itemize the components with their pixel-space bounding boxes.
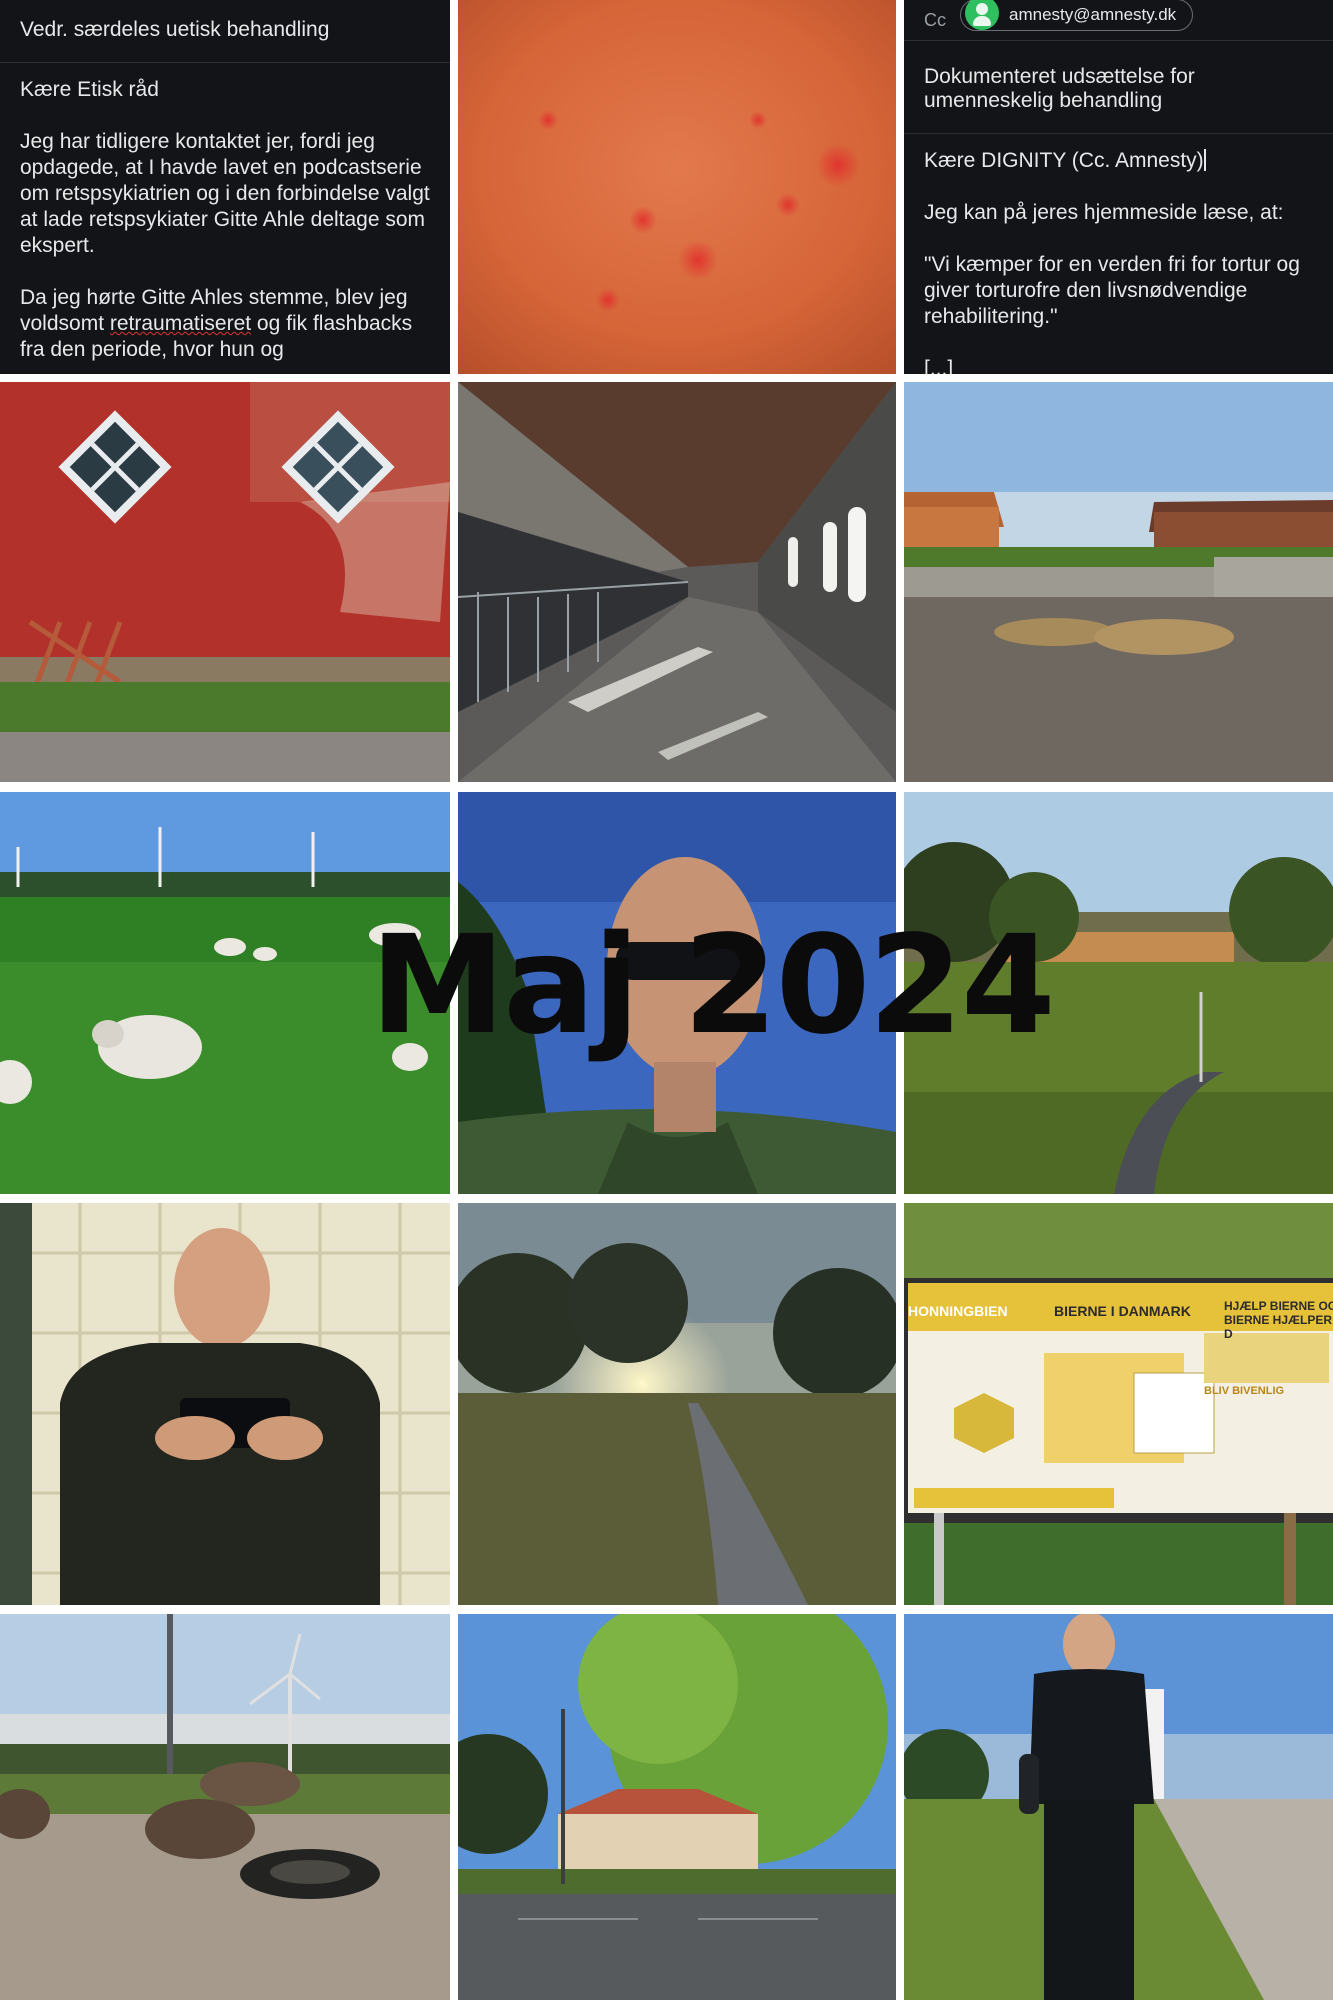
cc-row: Cc amnesty@amnesty.dk	[904, 0, 1333, 41]
cc-label: Cc	[924, 9, 946, 30]
email-ellipsis: [...]	[924, 357, 954, 374]
photo-barn-corridor-image	[458, 382, 896, 782]
photo-sunset-path[interactable]	[458, 1203, 896, 1605]
photo-donkeys-windmill-image	[0, 1614, 450, 2000]
sign-heading-right: HJÆLP BIERNE OG BIERNE HJÆLPER D	[1224, 1299, 1333, 1341]
photo-farmyard[interactable]	[904, 382, 1333, 782]
email-subject: Vedr. særdeles uetisk behandling	[0, 0, 450, 63]
recipient-email: amnesty@amnesty.dk	[1009, 5, 1177, 24]
photo-farmyard-image	[904, 382, 1333, 782]
email-quote: "Vi kæmper for en verden fri for tortur …	[924, 253, 1300, 328]
email-paragraph: Jeg har tidligere kontaktet jer, fordi j…	[20, 130, 430, 257]
spellcheck-flagged-word: retraumatiseret	[109, 312, 252, 335]
photo-bee-sign[interactable]: HONNINGBIEN BIERNE I DANMARK HJÆLP BIERN…	[904, 1203, 1333, 1605]
sign-heading-mid: BIERNE I DANMARK	[1054, 1303, 1191, 1319]
photo-man-phone-mirror-image	[0, 1203, 450, 1605]
email-greeting: Kære DIGNITY (Cc. Amnesty)	[924, 148, 1313, 174]
sign-heading-left: HONNINGBIEN	[908, 1303, 1008, 1319]
photo-skin-rash-image	[458, 0, 896, 374]
photo-donkeys-windmill[interactable]	[0, 1614, 450, 2000]
photo-bee-sign-image	[904, 1203, 1333, 1605]
collection-title-overlay: Maj 2024	[370, 907, 1056, 1065]
photo-sunset-path-image	[458, 1203, 896, 1605]
contact-avatar-icon	[965, 0, 999, 30]
sign-section: BLIV BIVENLIG	[1204, 1385, 1285, 1397]
photo-skin-rash[interactable]	[458, 0, 896, 374]
photo-tree-street[interactable]	[458, 1614, 896, 2000]
email-screenshot-etisk-raad[interactable]: Vedr. særdeles uetisk behandling Kære Et…	[0, 0, 450, 374]
photo-red-wall[interactable]	[0, 382, 450, 782]
email-greeting: Kære Etisk råd	[20, 78, 159, 101]
photo-red-wall-image	[0, 382, 450, 782]
email-paragraph: Da jeg hørte Gitte Ahles stemme, blev je…	[20, 285, 430, 363]
email-paragraph: Jeg kan på jeres hjemmeside læse, at:	[924, 201, 1284, 224]
photo-barn-corridor[interactable]	[458, 382, 896, 782]
photo-man-harbor-image	[904, 1614, 1333, 2000]
email-body: Kære Etisk råd Jeg har tidligere kontakt…	[0, 63, 450, 374]
text-cursor	[1203, 149, 1206, 171]
photo-man-harbor[interactable]	[904, 1614, 1333, 2000]
photo-tree-street-image	[458, 1614, 896, 2000]
recipient-chip[interactable]: amnesty@amnesty.dk	[960, 0, 1194, 31]
email-subject: Dokumenteret udsættelse for umenneskelig…	[904, 41, 1333, 134]
email-body: Kære DIGNITY (Cc. Amnesty) Jeg kan på je…	[904, 134, 1333, 374]
photo-man-phone-mirror[interactable]	[0, 1203, 450, 1605]
email-screenshot-dignity[interactable]: Cc amnesty@amnesty.dk Dokumenteret udsæt…	[904, 0, 1333, 374]
email-text: Kære DIGNITY (Cc. Amnesty)	[924, 149, 1204, 172]
